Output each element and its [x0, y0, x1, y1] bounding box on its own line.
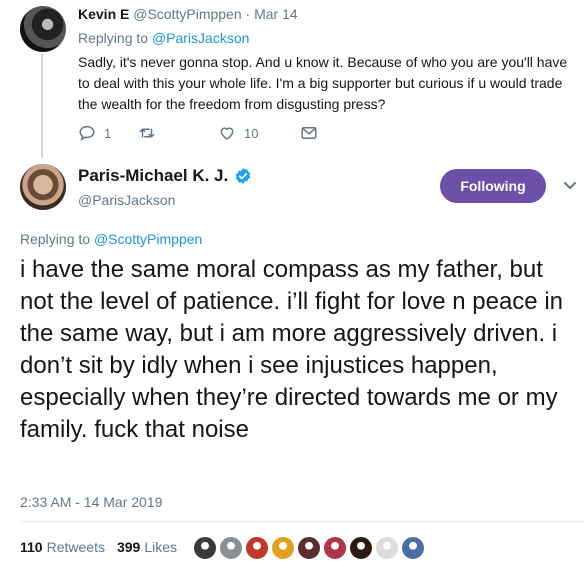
retweets-stat[interactable]: 110 Retweets	[20, 539, 105, 555]
author-name[interactable]: Kevin E	[78, 6, 129, 22]
retweets-label: Retweets	[46, 539, 105, 555]
replying-to-label: Replying to	[20, 231, 94, 247]
liker-avatar[interactable]	[297, 536, 321, 560]
tweet-stats: 110 Retweets 399 Likes	[20, 539, 189, 555]
tweet-actions: 1 10	[78, 123, 318, 143]
like-count: 10	[244, 125, 259, 141]
separator-dot: ·	[241, 6, 255, 22]
reply-icon	[79, 125, 95, 142]
like-button[interactable]: 10	[218, 124, 300, 142]
author-name[interactable]: Paris-Michael K. J.	[78, 166, 228, 186]
replying-to-link[interactable]: @ScottyPimppen	[94, 231, 202, 247]
liker-avatar[interactable]	[219, 536, 243, 560]
retweet-button[interactable]	[138, 124, 218, 142]
thread-connector-line	[41, 54, 43, 158]
retweets-count: 110	[20, 539, 43, 555]
replying-to-label: Replying to	[78, 30, 152, 46]
author-name-row: Paris-Michael K. J.	[78, 166, 252, 186]
liker-avatar[interactable]	[245, 536, 269, 560]
likes-label: Likes	[144, 539, 177, 555]
liker-avatars	[193, 536, 427, 560]
chevron-down-icon[interactable]	[563, 181, 577, 191]
verified-badge-icon	[235, 168, 251, 184]
tweet-text: Sadly, it's never gonna stop. And u know…	[78, 54, 568, 112]
following-button[interactable]: Following	[440, 169, 546, 203]
reply-button[interactable]: 1	[78, 124, 138, 142]
liker-avatar[interactable]	[349, 536, 373, 560]
author-handle[interactable]: @ParisJackson	[78, 192, 175, 208]
likes-count: 399	[116, 539, 141, 555]
liker-avatar[interactable]	[323, 536, 347, 560]
liker-avatar[interactable]	[271, 536, 295, 560]
tweet-timestamp[interactable]: 2:33 AM - 14 Mar 2019	[20, 494, 162, 510]
tweet-text: i have the same moral compass as my fath…	[20, 256, 563, 443]
liker-avatar[interactable]	[401, 536, 425, 560]
author-handle[interactable]: @ScottyPimppen	[133, 6, 241, 22]
liker-avatar[interactable]	[193, 536, 217, 560]
avatar[interactable]	[20, 6, 66, 52]
divider	[20, 521, 584, 522]
direct-message-button[interactable]	[300, 124, 318, 142]
message-icon	[301, 127, 317, 139]
likes-stat[interactable]: 399 Likes	[117, 539, 177, 555]
tweet-date[interactable]: Mar 14	[254, 6, 298, 22]
parent-tweet-header: Kevin E @ScottyPimppen · Mar 14	[78, 6, 298, 22]
liker-avatar[interactable]	[375, 536, 399, 560]
reply-count: 1	[104, 125, 112, 141]
replying-to-link[interactable]: @ParisJackson	[152, 30, 249, 46]
retweet-icon	[139, 128, 155, 138]
avatar[interactable]	[20, 164, 66, 210]
parent-tweet[interactable]: Kevin E @ScottyPimppen · Mar 14 Replying…	[0, 0, 584, 160]
replying-to: Replying to @ScottyPimppen	[20, 231, 202, 247]
heart-icon	[220, 127, 234, 140]
replying-to: Replying to @ParisJackson	[78, 30, 249, 46]
